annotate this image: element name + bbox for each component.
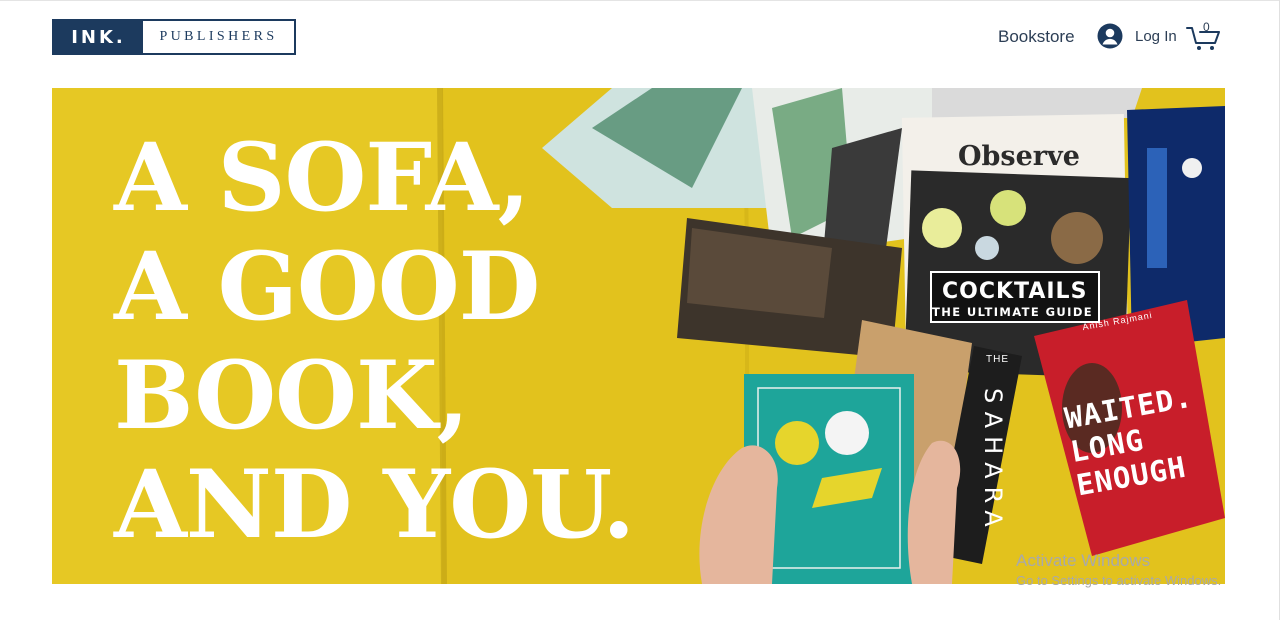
- watermark-subtitle: Go to Settings to activate Windows.: [1016, 573, 1222, 588]
- shopping-cart-icon: [1186, 27, 1220, 50]
- login-button[interactable]: Log In: [1097, 23, 1177, 49]
- headline-line-2: A GOOD: [114, 232, 540, 342]
- cocktails-book-title: COCKTAILS: [942, 279, 1088, 304]
- hero-banner: A SOFA, A GOOD BOOK, AND YOU. Observe CO…: [52, 88, 1225, 584]
- logo-publishers-text: PUBLISHERS: [159, 29, 278, 44]
- nav-bookstore-link[interactable]: Bookstore: [998, 27, 1075, 47]
- observe-magazine-title: Observe: [958, 141, 1080, 172]
- hero-headline: A SOFA, A GOOD BOOK, AND YOU.: [114, 123, 635, 560]
- headline-line-1: A SOFA,: [114, 123, 530, 233]
- headline-line-3: BOOK,: [114, 341, 469, 451]
- cart-button[interactable]: 0: [1186, 20, 1222, 52]
- login-label: Log In: [1135, 27, 1177, 45]
- top-border: [0, 0, 1280, 1]
- cocktails-book-subtitle: THE ULTIMATE GUIDE: [932, 305, 1094, 319]
- sahara-book-title: SAHARA: [979, 388, 1007, 535]
- site-logo[interactable]: INK. PUBLISHERS: [52, 19, 296, 55]
- user-avatar-icon: [1097, 23, 1123, 49]
- headline-line-4: AND YOU.: [114, 450, 635, 560]
- windows-activation-watermark: Activate Windows Go to Settings to activ…: [1016, 551, 1221, 588]
- logo-ink-text: INK.: [54, 21, 143, 53]
- sahara-book-prefix: THE: [986, 354, 1009, 365]
- watermark-title: Activate Windows: [1016, 551, 1151, 570]
